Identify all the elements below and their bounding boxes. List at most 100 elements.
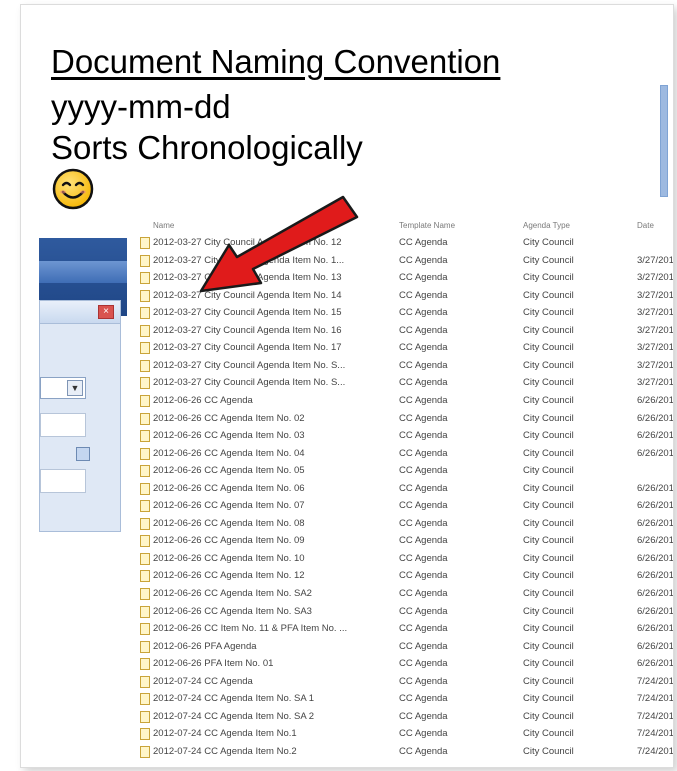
vertical-scrollbar[interactable] [660,85,668,197]
document-icon [140,412,150,425]
file-name: 2012-06-26 CC Agenda Item No. 07 [153,500,305,512]
side-panel: × ▼ [39,300,121,532]
document-icon [140,342,150,355]
table-row[interactable]: 2012-03-27 City Council Agenda Item No. … [127,357,673,375]
file-name: 2012-06-26 CC Agenda Item No. 10 [153,552,305,564]
table-row[interactable]: 2012-06-26 CC Agenda Item No. 04 CC Agend… [127,445,673,463]
file-date: 3/27/201. [637,289,673,301]
document-icon [140,517,150,530]
document-icon [140,324,150,337]
table-row[interactable]: 2012-03-27 City Council Agenda Item No. … [127,322,673,340]
table-row[interactable]: 2012-06-26 CC Agenda CC Agenda City Counci… [127,392,673,410]
template-name: CC Agenda [399,394,448,406]
file-date: 7/24/201. [637,710,673,722]
document-icon [140,552,150,565]
table-row[interactable]: 2012-07-24 CC Agenda Item No. SA 1 CC Age… [127,690,673,708]
table-row[interactable]: 2012-06-26 CC Agenda Item No. 03 CC Agend… [127,427,673,445]
agenda-type: City Council [523,588,574,599]
table-row[interactable]: 2012-06-26 CC Agenda Item No. 07 CC Agend… [127,497,673,515]
file-name: 2012-06-26 PFA Item No. 01 [153,658,274,670]
file-date: 7/24/201. [637,675,673,687]
agenda-type: City Council [523,272,574,284]
template-name: CC Agenda [399,324,448,336]
agenda-type: City Council [523,359,574,371]
file-date: 6/26/201. [637,500,673,512]
table-row[interactable]: 2012-06-26 CC Item No. 11 & PFA Item No.… [127,620,673,638]
red-arrow-icon [199,195,359,293]
table-row[interactable]: 2012-07-24 CC Agenda CC Agenda City Counci… [127,673,673,691]
date-format-text: yyyy-mm-dd [51,88,231,125]
file-name: 2012-06-26 CC Agenda Item No. SA3 [153,605,312,617]
file-date: 6/26/201. [637,605,673,617]
file-name: 2012-06-26 CC Agenda Item No. 05 [153,465,305,477]
table-row[interactable]: 2012-06-26 CC Agenda Item No. 02 CC Agend… [127,410,673,428]
document-icon [140,359,150,372]
document-icon [140,465,150,478]
file-name: 2012-06-26 CC Agenda Item No. 02 [153,412,305,424]
table-row[interactable]: 2012-06-26 CC Agenda Item No. 08 CC Agend… [127,515,673,533]
table-row[interactable]: 2012-06-26 CC Agenda Item No. 09 CC Agend… [127,532,673,550]
template-name: CC Agenda [399,482,448,494]
chevron-down-icon[interactable]: ▼ [67,380,83,396]
template-name: CC Agenda [399,588,448,599]
template-name: CC Agenda [399,447,448,459]
template-name: CC Agenda [399,465,448,477]
slide-frame: Document Naming Convention yyyy-mm-dd So… [20,4,674,768]
template-name: CC Agenda [399,237,448,248]
file-date: 3/27/201. [637,272,673,284]
document-icon [140,377,150,390]
template-name: CC Agenda [399,693,448,705]
table-row[interactable]: 2012-07-24 CC Agenda Item No.1 CC Agenda C… [127,725,673,743]
document-icon [140,728,150,741]
document-icon [140,658,150,671]
text-field[interactable] [40,413,86,437]
column-header-name[interactable]: Name [153,221,174,230]
file-name: 2012-07-24 CC Agenda Item No. SA 2 [153,710,315,722]
document-icon [140,394,150,407]
table-row[interactable]: 2012-06-26 PFA Agenda CC Agenda City Counc… [127,638,673,656]
agenda-type: City Council [523,324,574,336]
table-row[interactable]: 2012-03-27 City Council Agenda Item No. … [127,374,673,392]
dropdown-select[interactable]: ▼ [40,377,86,399]
table-row[interactable]: 2012-07-24 CC Agenda Item No.2 CC Agenda C… [127,743,673,761]
table-row[interactable]: 2012-06-26 PFA Item No. 01 CC Agenda City … [127,655,673,673]
file-date: 6/26/201. [637,430,673,442]
file-date: 6/26/201. [637,640,673,652]
table-row[interactable]: 2012-03-27 City Council Agenda Item No. … [127,339,673,357]
file-name: 2012-07-24 CC Agenda Item No.1 [153,728,297,740]
template-name: CC Agenda [399,272,448,284]
file-date: 6/26/201. [637,517,673,529]
file-name: 2012-06-26 CC Agenda Item No. 06 [153,482,305,494]
calendar-icon[interactable] [76,447,90,461]
column-header-type[interactable]: Agenda Type [523,221,570,230]
table-row[interactable]: 2012-06-26 CC Agenda Item No. 06 CC Agend… [127,480,673,498]
document-icon [140,623,150,636]
column-header-date[interactable]: Date [637,221,654,230]
agenda-type: City Council [523,342,574,354]
template-name: CC Agenda [399,535,448,547]
column-header-template[interactable]: Template Name [399,221,455,230]
file-name: 2012-03-27 City Council Agenda Item No. … [153,307,342,319]
template-name: CC Agenda [399,377,448,389]
table-row[interactable]: 2012-06-26 CC Agenda Item No. 10 CC Agend… [127,550,673,568]
file-name: 2012-06-26 CC Item No. 11 & PFA Item No.… [153,623,348,635]
table-row[interactable]: 2012-06-26 CC Agenda Item No. SA2 CC Agen… [127,585,673,603]
file-list: Name Template Name Agenda Type Date 2012… [127,218,673,767]
slide-title: Document Naming Convention [51,43,501,80]
file-name: 2012-03-27 City Council Agenda Item No. … [153,359,346,371]
template-name: CC Agenda [399,675,448,687]
text-field[interactable] [40,469,86,493]
template-name: CC Agenda [399,640,448,652]
file-date: 7/24/201. [637,745,673,757]
file-date: 6/26/201. [637,447,673,459]
agenda-type: City Council [523,465,574,477]
document-icon [140,710,150,723]
navigation-pane: × ▼ [39,218,127,767]
table-row[interactable]: 2012-07-24 CC Agenda Item No. SA 2 CC Age… [127,708,673,726]
close-icon[interactable]: × [98,305,114,319]
table-row[interactable]: 2012-06-26 CC Agenda Item No. 05 CC Agend… [127,462,673,480]
agenda-type: City Council [523,745,574,757]
table-row[interactable]: 2012-06-26 CC Agenda Item No. 12 CC Agend… [127,567,673,585]
table-row[interactable]: 2012-03-27 City Council Agenda Item No. … [127,304,673,322]
table-row[interactable]: 2012-06-26 CC Agenda Item No. SA3 CC Agen… [127,603,673,621]
